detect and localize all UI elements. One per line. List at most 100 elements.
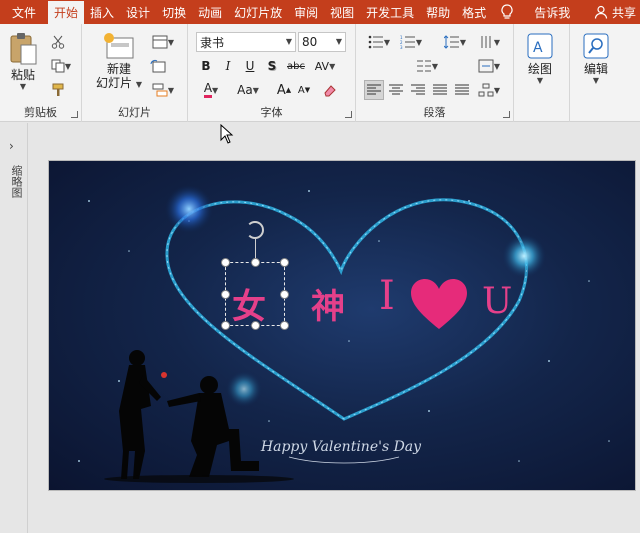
paragraph-group-label: 段落 bbox=[423, 106, 446, 119]
valentine-greeting: Happy Valentine's Day bbox=[260, 439, 422, 455]
strikethrough-button[interactable]: abc bbox=[284, 56, 308, 76]
font-color-label: A bbox=[203, 82, 213, 98]
shadow-button[interactable]: S bbox=[262, 56, 282, 76]
font-name-combo[interactable]: 隶书 ▼ bbox=[196, 32, 296, 52]
tab-insert[interactable]: 插入 bbox=[84, 0, 120, 24]
smartart-button[interactable]: ▼ bbox=[474, 80, 504, 100]
lightbulb-icon bbox=[501, 4, 513, 19]
character-spacing-button[interactable]: AV ▼ bbox=[310, 56, 340, 76]
paste-label: 粘贴 bbox=[10, 68, 35, 82]
justify-button[interactable] bbox=[430, 80, 450, 100]
thumbnail-pane: › 缩略图 bbox=[0, 123, 28, 533]
font-group-label: 字体 bbox=[260, 106, 283, 119]
italic-button[interactable]: I bbox=[218, 56, 238, 76]
tab-file[interactable]: 文件 bbox=[0, 0, 48, 24]
chevron-down-icon: ▼ bbox=[19, 82, 27, 91]
editing-button[interactable]: 编辑 ▼ bbox=[582, 32, 610, 85]
text-direction-icon bbox=[481, 36, 491, 48]
bold-button[interactable]: B bbox=[196, 56, 216, 76]
align-center-button[interactable] bbox=[386, 80, 406, 100]
chevron-down-icon: ▼ bbox=[285, 37, 292, 46]
tab-home[interactable]: 开始 bbox=[48, 1, 85, 24]
copy-button[interactable]: ▼ bbox=[48, 56, 74, 76]
numbering-button[interactable]: 123 ▼ bbox=[396, 32, 426, 52]
font-color-button[interactable]: A ▼ bbox=[196, 80, 226, 100]
tab-transitions[interactable]: 切换 bbox=[156, 0, 192, 24]
tab-view[interactable]: 视图 bbox=[324, 0, 360, 24]
section-button[interactable]: ▼ bbox=[148, 80, 178, 100]
drawing-button[interactable]: A 绘图 ▼ bbox=[526, 32, 554, 85]
layout-button[interactable]: ▼ bbox=[148, 32, 178, 52]
font-size-combo[interactable]: 80 ▼ bbox=[298, 32, 346, 52]
share-button[interactable]: 共享 bbox=[594, 0, 640, 24]
font-group: 隶书 ▼ 80 ▼ B I U S abc AV ▼ A ▼ Aa ▼ A ▲ A ▼ 字… bbox=[188, 24, 356, 122]
grow-font-label: A bbox=[276, 82, 286, 98]
tell-me-label: 告诉我 bbox=[534, 5, 571, 20]
slide-title-char-3[interactable]: I bbox=[379, 273, 395, 319]
tab-review[interactable]: 审阅 bbox=[288, 0, 324, 24]
dialog-launcher-icon[interactable] bbox=[345, 111, 352, 118]
paste-button[interactable]: 粘贴 ▼ bbox=[8, 32, 38, 91]
chevron-down-icon: ▼ bbox=[335, 37, 342, 46]
svg-text:3: 3 bbox=[400, 45, 403, 49]
paintbrush-icon bbox=[52, 83, 64, 96]
tab-slideshow[interactable]: 幻灯片放 bbox=[228, 0, 288, 24]
slide[interactable]: Happy Valentine's Day 女 神 I U bbox=[48, 160, 636, 491]
change-case-label: Aa bbox=[237, 83, 253, 97]
cut-button[interactable] bbox=[48, 32, 68, 52]
tab-developer[interactable]: 开发工具 bbox=[360, 0, 420, 24]
slides-group: 新建 幻灯片 ▼ ▼ ▼ 幻灯片 bbox=[82, 24, 188, 122]
chevron-down-icon: ▼ bbox=[592, 76, 600, 85]
shrink-font-label: A bbox=[297, 84, 305, 96]
editing-label: 编辑 bbox=[583, 62, 608, 76]
shrink-font-button[interactable]: A ▼ bbox=[294, 80, 314, 100]
paragraph-group: ▼ 123 ▼ ▼ ▼ ▼ ▼ ▼ 段落 bbox=[356, 24, 514, 122]
slide-title-char-2[interactable]: 神 bbox=[311, 279, 345, 328]
align-text-button[interactable]: ▼ bbox=[474, 56, 504, 76]
heart-icon bbox=[411, 279, 467, 329]
tell-me-box[interactable]: 告诉我 bbox=[500, 0, 570, 24]
tab-help[interactable]: 帮助 bbox=[420, 0, 456, 24]
smartart-icon bbox=[478, 83, 494, 97]
align-right-button[interactable] bbox=[408, 80, 428, 100]
distributed-button[interactable] bbox=[452, 80, 472, 100]
search-icon bbox=[583, 33, 609, 59]
tab-design[interactable]: 设计 bbox=[120, 0, 156, 24]
grow-font-button[interactable]: A ▲ bbox=[274, 80, 294, 100]
clear-formatting-button[interactable] bbox=[320, 80, 340, 100]
columns-button[interactable]: ▼ bbox=[412, 56, 442, 76]
format-painter-button[interactable] bbox=[48, 80, 68, 100]
selection-handles[interactable] bbox=[221, 221, 289, 330]
eraser-icon bbox=[324, 85, 336, 97]
thumbnail-pane-label: 缩略图 bbox=[10, 165, 23, 198]
chevron-down-icon: ▼ bbox=[536, 76, 544, 85]
tab-format[interactable]: 格式 bbox=[456, 0, 492, 24]
chevron-right-icon[interactable]: › bbox=[9, 139, 14, 153]
new-slide-label-1: 新建 bbox=[106, 62, 131, 76]
underline-button[interactable]: U bbox=[240, 56, 260, 76]
reset-button[interactable] bbox=[148, 56, 168, 76]
drawing-group: A 绘图 ▼ bbox=[514, 24, 570, 122]
tab-animations[interactable]: 动画 bbox=[192, 0, 228, 24]
slide-title-char-4[interactable]: U bbox=[482, 281, 512, 322]
align-left-icon bbox=[367, 84, 381, 95]
dialog-launcher-icon[interactable] bbox=[71, 111, 78, 118]
justify-icon bbox=[433, 84, 447, 95]
drawing-label: 绘图 bbox=[527, 62, 552, 76]
change-case-button[interactable]: Aa ▼ bbox=[232, 80, 264, 100]
ribbon-tab-bar: 文件 开始 插入 设计 切换 动画 幻灯片放 审阅 视图 开发工具 帮助 格式 … bbox=[0, 0, 640, 24]
dialog-launcher-icon[interactable] bbox=[503, 111, 510, 118]
scissors-icon bbox=[51, 35, 65, 49]
reset-icon bbox=[150, 59, 166, 73]
ribbon: 粘贴 ▼ ▼ 剪贴板 新建 幻灯片 ▼ ▼ ▼ 幻灯片 隶书 ▼ 80 ▼ B … bbox=[0, 24, 640, 122]
bullets-button[interactable]: ▼ bbox=[364, 32, 394, 52]
slides-group-label: 幻灯片 bbox=[118, 106, 151, 119]
align-left-button[interactable] bbox=[364, 80, 384, 100]
character-spacing-label: AV bbox=[314, 59, 330, 73]
align-text-icon bbox=[478, 59, 494, 73]
text-direction-button[interactable]: ▼ bbox=[474, 32, 504, 52]
columns-icon bbox=[416, 60, 431, 72]
new-slide-button[interactable]: 新建 幻灯片 ▼ bbox=[96, 32, 142, 92]
line-spacing-button[interactable]: ▼ bbox=[440, 32, 470, 52]
rotate-handle-icon[interactable] bbox=[246, 221, 264, 239]
